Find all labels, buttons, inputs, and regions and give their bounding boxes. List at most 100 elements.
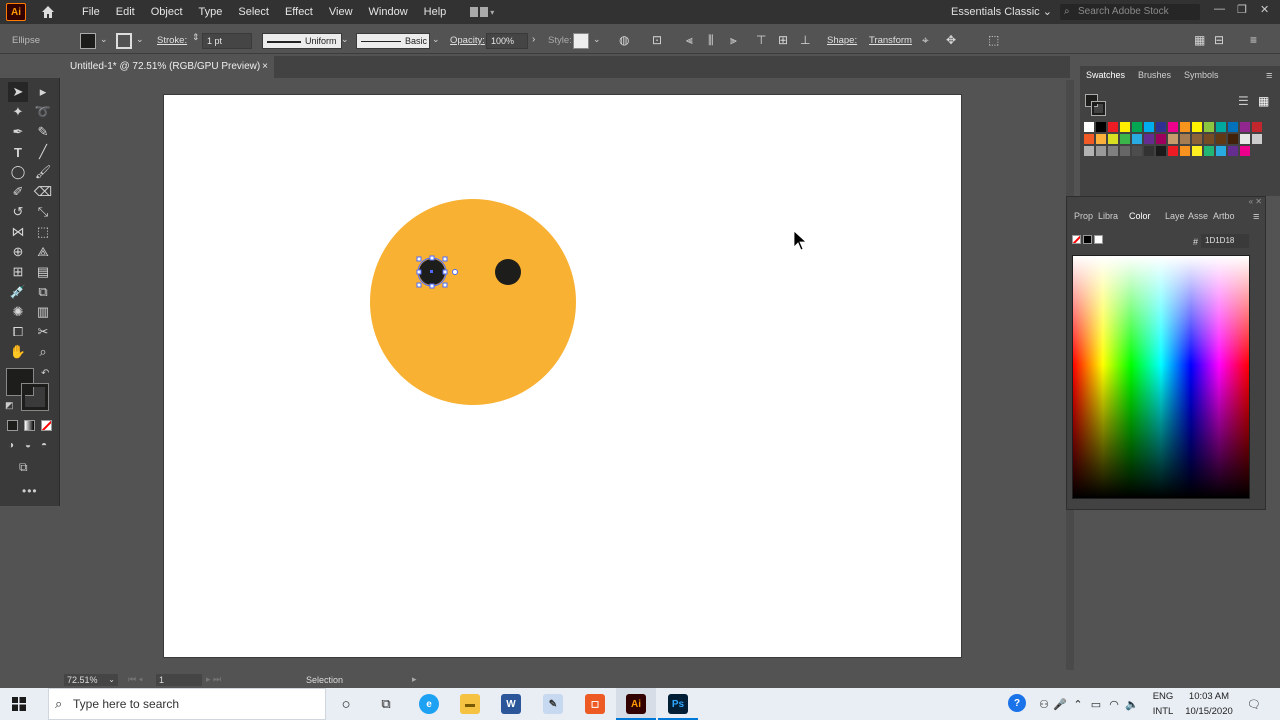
align-bottom-icon[interactable]: ⊥ (800, 33, 810, 47)
task-view-icon[interactable]: ⧉ (376, 694, 396, 714)
swap-fill-stroke-icon[interactable]: ↶ (41, 368, 49, 379)
color-swatch[interactable] (1084, 122, 1094, 132)
arrange-documents-icon[interactable]: ▾ (470, 5, 500, 19)
menu-icon[interactable]: ≡ (1250, 33, 1257, 47)
align-left-icon[interactable]: ⫷ (686, 33, 693, 48)
edit-toolbar-icon[interactable]: ••• (22, 484, 38, 498)
color-swatch[interactable] (1096, 122, 1106, 132)
wifi-icon[interactable]: ◠ (1104, 694, 1124, 714)
color-swatch[interactable] (1120, 122, 1130, 132)
free-transform-tool-icon[interactable]: ⬚ (33, 222, 53, 242)
chevron-down-icon[interactable]: ⌄ (593, 34, 601, 45)
zoom-field[interactable]: 72.51% ⌄ (64, 674, 118, 686)
align-to-icon[interactable]: ⊡ (652, 33, 662, 47)
tab-properties[interactable]: Prop (1074, 211, 1093, 221)
color-spectrum[interactable] (1072, 255, 1250, 499)
align-middle-icon[interactable]: ⊞ (778, 33, 788, 47)
file-explorer-icon[interactable]: ▬ (460, 694, 480, 714)
minimize-icon[interactable]: — (1214, 3, 1225, 15)
color-swatch[interactable] (1192, 146, 1202, 156)
isolate-icon[interactable]: ⌖ (922, 33, 929, 48)
screen-mode-icon[interactable]: ⧉ (19, 460, 28, 475)
ellipse-tool-icon[interactable]: ◯ (8, 162, 28, 182)
volume-icon[interactable]: 🔈 (1122, 694, 1142, 714)
tab-brushes[interactable]: Brushes (1138, 70, 1171, 80)
type-tool-icon[interactable]: T (8, 142, 28, 162)
puppet-warp-icon[interactable]: ✥ (946, 33, 956, 47)
panel-menu-icon[interactable]: ≡ (1266, 70, 1272, 82)
color-swatch[interactable] (1204, 122, 1214, 132)
artboard-nav-first-icon[interactable]: ⏮ ◂ (128, 674, 143, 685)
tab-layers[interactable]: Laye (1165, 211, 1185, 221)
align-right-icon[interactable]: ⫸ (730, 33, 737, 48)
artboard-nav-last-icon[interactable]: ▸ ⏭ (206, 674, 221, 685)
photoshop-icon[interactable]: Ps (668, 694, 688, 714)
color-swatch[interactable] (1144, 122, 1154, 132)
hand-tool-icon[interactable]: ✋ (8, 342, 28, 362)
close-window-icon[interactable]: ✕ (1260, 3, 1269, 16)
variable-width-profile[interactable]: Uniform (262, 33, 342, 49)
artboard-tool-icon[interactable]: ⧠ (8, 322, 28, 342)
paint-icon[interactable]: ✎ (543, 694, 563, 714)
color-swatch[interactable] (1252, 134, 1262, 144)
stroke-swatch[interactable] (116, 33, 132, 49)
resize-handle[interactable] (416, 269, 422, 275)
chevron-down-icon[interactable]: ⌄ (100, 34, 108, 45)
right-eye-ellipse[interactable] (495, 259, 521, 285)
clock-date[interactable]: 10/15/2020 (1180, 706, 1238, 717)
menu-view[interactable]: View (321, 6, 361, 18)
shape-builder-tool-icon[interactable]: ⊕ (8, 242, 28, 262)
recorder-icon[interactable]: ◻ (585, 694, 605, 714)
black-color-icon[interactable] (1083, 235, 1092, 244)
menu-type[interactable]: Type (191, 6, 231, 18)
color-swatch[interactable] (1168, 134, 1178, 144)
stroke-label[interactable]: Stroke: (157, 35, 187, 46)
menu-file[interactable]: File (74, 6, 108, 18)
align-center-icon[interactable]: ⫼ (708, 33, 714, 48)
stroke-color-box[interactable] (21, 383, 49, 411)
color-swatch[interactable] (1156, 134, 1166, 144)
color-swatch[interactable] (1228, 146, 1238, 156)
battery-icon[interactable]: ▭ (1086, 694, 1106, 714)
panel-menu-icon[interactable]: ≡ (1253, 211, 1259, 223)
panel-options-icon[interactable]: ⊟ (1214, 33, 1224, 47)
opacity-field[interactable]: 100% (486, 33, 528, 49)
color-swatch[interactable] (1084, 134, 1094, 144)
menu-select[interactable]: Select (230, 6, 277, 18)
line-tool-icon[interactable]: ╱ (33, 142, 53, 162)
color-swatch[interactable] (1204, 134, 1214, 144)
brush-definition[interactable]: Basic (356, 33, 430, 49)
width-tool-icon[interactable]: ⋈ (8, 222, 28, 242)
eyedropper-tool-icon[interactable]: 💉 (8, 282, 28, 302)
swatch-stroke-indicator[interactable] (1091, 101, 1106, 116)
none-color-icon[interactable] (1072, 235, 1081, 244)
symbol-sprayer-tool-icon[interactable]: ✺ (8, 302, 28, 322)
document-tab[interactable]: Untitled-1* @ 72.51% (RGB/GPU Preview) × (62, 56, 274, 78)
resize-handle[interactable] (442, 256, 448, 262)
color-swatch[interactable] (1132, 122, 1142, 132)
color-swatch[interactable] (1156, 122, 1166, 132)
color-swatch[interactable] (1240, 146, 1250, 156)
hex-field[interactable]: 1D1D18 (1201, 234, 1249, 248)
tab-assets[interactable]: Asse (1188, 211, 1208, 221)
chevron-right-icon[interactable]: › (532, 34, 535, 45)
menu-object[interactable]: Object (143, 6, 191, 18)
swatch-grid[interactable] (1084, 122, 1264, 194)
pen-tool-icon[interactable]: ✒ (8, 122, 28, 142)
envelope-icon[interactable]: ⬚ (988, 33, 999, 47)
gradient-tool-icon[interactable]: ▤ (33, 262, 53, 282)
graphic-style-swatch[interactable] (573, 33, 589, 49)
opacity-label[interactable]: Opacity: (450, 35, 485, 46)
close-tab-icon[interactable]: × (262, 56, 268, 78)
taskbar-search-input[interactable]: ⌕ Type here to search (48, 688, 326, 720)
language-bottom[interactable]: INTL (1148, 706, 1178, 717)
show-hidden-icons[interactable]: ⌃ (1068, 694, 1088, 714)
word-icon[interactable]: W (501, 694, 521, 714)
resize-handle[interactable] (416, 282, 422, 288)
stepper-icon[interactable]: ⇕ (192, 32, 200, 43)
color-swatch[interactable] (1120, 146, 1130, 156)
restore-icon[interactable]: ❐ (1237, 3, 1247, 16)
list-view-icon[interactable]: ☰ (1238, 94, 1249, 108)
arrange-panel-icon[interactable]: ▦ (1194, 33, 1205, 47)
workspace-switcher[interactable]: Essentials Classic ⌄ (951, 5, 1052, 18)
